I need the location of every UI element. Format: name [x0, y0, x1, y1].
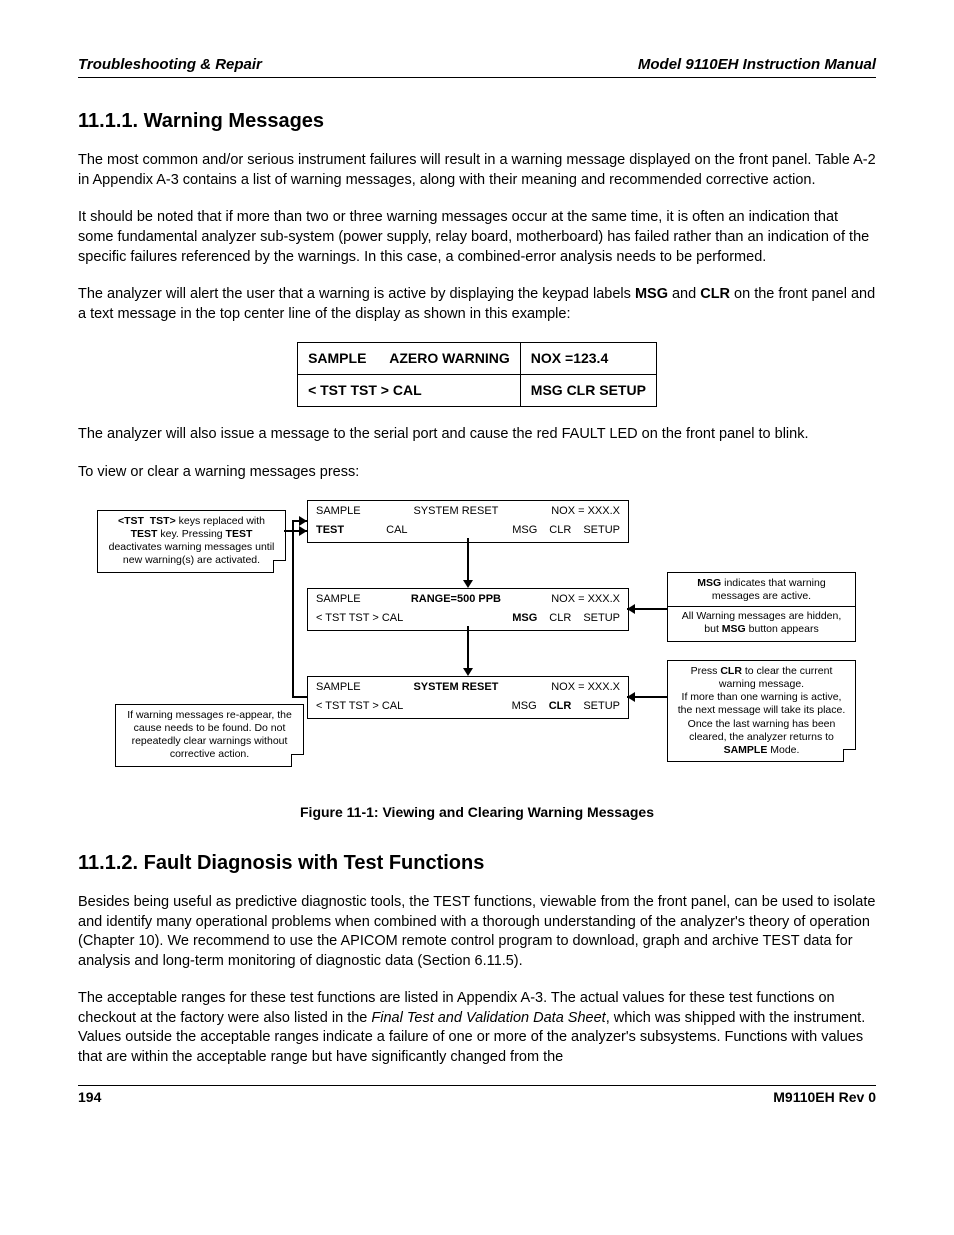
display-cell: NOX =123.4	[520, 343, 656, 375]
display-cell: SAMPLE AZERO WARNING	[298, 343, 521, 375]
paragraph: The analyzer will also issue a message t…	[78, 425, 876, 445]
arrowhead-icon	[299, 516, 307, 526]
arrowhead-icon	[463, 668, 473, 676]
page-number: 194	[78, 1088, 101, 1107]
header-left: Troubleshooting & Repair	[78, 55, 262, 75]
arrowhead-icon	[299, 526, 307, 536]
front-panel-display-example: SAMPLE AZERO WARNING NOX =123.4 < TST TS…	[297, 342, 657, 407]
header-right: Model 9110EH Instruction Manual	[638, 55, 876, 75]
flow-arrow	[467, 626, 469, 674]
doc-revision: M9110EH Rev 0	[773, 1088, 876, 1107]
paragraph: It should be noted that if more than two…	[78, 208, 876, 267]
arrowhead-icon	[627, 692, 635, 702]
paragraph: The most common and/or serious instrumen…	[78, 151, 876, 190]
display-cell: MSG CLR SETUP	[520, 375, 656, 407]
paragraph: The acceptable ranges for these test fun…	[78, 989, 876, 1067]
arrowhead-icon	[463, 580, 473, 588]
display-cell: < TST TST > CAL	[298, 375, 521, 407]
flow-panel-3: SAMPLESYSTEM RESETNOX = XXX.X < TST TST …	[307, 676, 629, 719]
running-footer: 194 M9110EH Rev 0	[78, 1085, 876, 1107]
flow-note-test-key: <TST TST> keys replaced with TEST key. P…	[97, 510, 286, 573]
paragraph: Besides being useful as predictive diagn…	[78, 893, 876, 971]
flow-arrow	[467, 538, 469, 586]
flow-arrow	[292, 696, 307, 698]
running-header: Troubleshooting & Repair Model 9110EH In…	[78, 55, 876, 78]
flow-note-msg: MSG indicates that warning messages are …	[667, 572, 856, 642]
flow-arrow	[292, 520, 294, 697]
section-11-1-2-heading: 11.1.2. Fault Diagnosis with Test Functi…	[78, 850, 876, 877]
figure-caption: Figure 11-1: Viewing and Clearing Warnin…	[78, 803, 876, 822]
section-11-1-1-heading: 11.1.1. Warning Messages	[78, 108, 876, 135]
warning-flowchart: <TST TST> keys replaced with TEST key. P…	[97, 500, 857, 785]
paragraph: To view or clear a warning messages pres…	[78, 463, 876, 483]
flow-panel-1: SAMPLESYSTEM RESETNOX = XXX.X TESTCALMSG…	[307, 500, 629, 543]
flow-panel-2: SAMPLERANGE=500 PPBNOX = XXX.X < TST TST…	[307, 588, 629, 631]
flow-note-clr: Press CLR to clear the current warning m…	[667, 660, 856, 762]
flow-note-reappear: If warning messages re-appear, the cause…	[115, 704, 304, 767]
arrowhead-icon	[627, 604, 635, 614]
paragraph: The analyzer will alert the user that a …	[78, 285, 876, 324]
